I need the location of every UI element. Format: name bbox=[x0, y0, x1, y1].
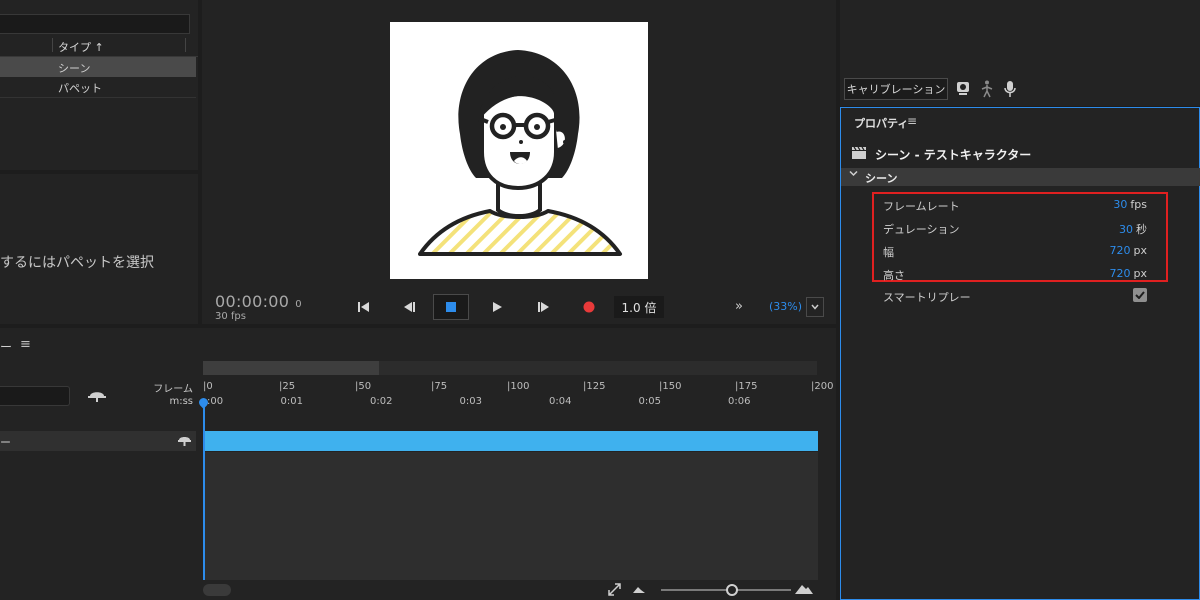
stop-button[interactable] bbox=[433, 294, 469, 320]
timeline-zoom-scrollbar-thumb[interactable] bbox=[203, 361, 379, 375]
step-forward-button[interactable] bbox=[532, 296, 554, 318]
frame-rate-field[interactable]: 30 fps bbox=[1113, 198, 1147, 211]
column-divider[interactable] bbox=[52, 38, 53, 52]
time-ruler-label: m:ss bbox=[169, 396, 193, 407]
height-field[interactable]: 720 px bbox=[1110, 267, 1148, 280]
frame-tick-label: |175 bbox=[735, 381, 758, 392]
scene-clip-bar[interactable] bbox=[203, 431, 818, 451]
step-forward-icon bbox=[537, 302, 549, 312]
smart-replay-label: スマートリプレー bbox=[883, 291, 971, 304]
project-column-header[interactable]: タイプ ↑ bbox=[0, 36, 198, 57]
timeline-search-input[interactable] bbox=[0, 386, 70, 406]
step-back-icon bbox=[403, 302, 415, 312]
duration-label: デュレーション bbox=[883, 223, 960, 236]
scene-preview-panel: 00:00:00 0 30 fps 1.0 倍 » (33%) bbox=[202, 0, 836, 324]
time-tick-label: 0:05 bbox=[638, 396, 661, 407]
playback-speed-button[interactable]: 1.0 倍 bbox=[614, 296, 664, 318]
frame-tick-label: |75 bbox=[431, 381, 448, 392]
checkmark-icon bbox=[1135, 291, 1145, 299]
record-icon bbox=[583, 301, 595, 313]
frame-rate-label: フレームレート bbox=[883, 200, 960, 213]
type-column-header[interactable]: タイプ ↑ bbox=[58, 39, 104, 55]
timeline-ruler[interactable]: |0 |25 |50 |75 |100 |125 |150 |175 |200 :00 0:01 0… bbox=[203, 376, 833, 412]
zoom-level[interactable]: (33%) bbox=[769, 300, 802, 313]
project-row-puppet[interactable]: パペット bbox=[0, 77, 196, 98]
scene-section-header[interactable]: シーン bbox=[841, 168, 1200, 186]
time-tick-label: 0:04 bbox=[549, 396, 572, 407]
webcam-icon[interactable] bbox=[956, 81, 970, 97]
frame-ruler-label: フレーム bbox=[153, 384, 193, 395]
frame-tick-label: |200 bbox=[811, 381, 834, 392]
more-controls-icon[interactable]: » bbox=[735, 299, 743, 314]
smart-replay-checkbox[interactable] bbox=[1133, 288, 1147, 302]
scene-name: シーン - テストキャラクター bbox=[875, 148, 1032, 162]
properties-menu-icon[interactable]: ≡ bbox=[907, 114, 917, 128]
timeline-bottom-bar bbox=[203, 580, 818, 600]
timeline-panel: ー ≡ フレーム m:ss |0 |25 |50 |75 |100 |125 |150 |17… bbox=[0, 328, 836, 600]
properties-panel: プロパティ ≡ シーン - テストキャラクター シーン フレームレート 30 fp… bbox=[840, 107, 1200, 600]
properties-title: プロパティ bbox=[854, 117, 909, 130]
project-panel: タイプ ↑ シーン パペット bbox=[0, 0, 198, 170]
time-tick-label: 0:01 bbox=[280, 396, 303, 407]
width-label: 幅 bbox=[883, 246, 894, 259]
frame-ticks: |0 |25 |50 |75 |100 |125 |150 |175 |200 bbox=[203, 381, 833, 393]
puppet-hint-panel: するにはパペットを選択 bbox=[0, 174, 198, 324]
frame-tick-label: |50 bbox=[355, 381, 372, 392]
track-row-scene[interactable]: ー bbox=[0, 431, 196, 451]
play-icon bbox=[492, 302, 502, 312]
step-back-button[interactable] bbox=[398, 296, 420, 318]
duration-field[interactable]: 30 秒 bbox=[1119, 221, 1147, 237]
playhead[interactable] bbox=[203, 400, 205, 580]
zoom-out-mountain-icon[interactable] bbox=[633, 585, 645, 593]
fps-readout: 30 fps bbox=[215, 311, 246, 322]
timeline-menu-icon[interactable]: ≡ bbox=[20, 337, 31, 352]
timeline-title: ー bbox=[0, 340, 13, 354]
time-tick-label: 0:03 bbox=[459, 396, 482, 407]
scene-clapper-icon bbox=[851, 146, 867, 160]
time-tick-label: :00 bbox=[207, 396, 224, 407]
frame-tick-label: |25 bbox=[279, 381, 296, 392]
scene-stage[interactable] bbox=[390, 22, 648, 279]
record-button[interactable] bbox=[578, 296, 600, 318]
frame-tick-label: |125 bbox=[583, 381, 606, 392]
timecode-display[interactable]: 00:00:00 0 bbox=[215, 292, 302, 311]
stop-icon bbox=[446, 302, 456, 312]
select-puppet-hint: するにはパペットを選択 bbox=[0, 255, 154, 271]
sort-arrow-icon: ↑ bbox=[94, 41, 104, 54]
timeline-zoom-slider-handle[interactable] bbox=[726, 584, 738, 596]
frame-tick-label: |0 bbox=[203, 381, 213, 392]
chevron-down-icon[interactable] bbox=[849, 169, 858, 178]
fit-to-view-icon[interactable] bbox=[608, 583, 621, 596]
skip-to-start-button[interactable] bbox=[352, 296, 374, 318]
column-divider[interactable] bbox=[185, 38, 186, 52]
chevron-down-icon bbox=[811, 304, 819, 310]
play-button[interactable] bbox=[486, 296, 508, 318]
body-tracking-icon[interactable] bbox=[981, 80, 993, 98]
height-label: 高さ bbox=[883, 269, 905, 282]
character-illustration bbox=[418, 50, 622, 256]
microphone-icon[interactable] bbox=[1004, 80, 1016, 98]
camera-mic-panel: キャリブレーション bbox=[840, 0, 1200, 106]
width-field[interactable]: 720 px bbox=[1110, 244, 1148, 257]
time-tick-label: 0:06 bbox=[728, 396, 751, 407]
calibration-button[interactable]: キャリブレーション bbox=[844, 78, 948, 100]
time-tick-label: 0:02 bbox=[370, 396, 393, 407]
project-search-input[interactable] bbox=[0, 14, 190, 34]
horizontal-scrollbar[interactable] bbox=[203, 584, 231, 596]
skip-to-start-icon bbox=[357, 302, 369, 312]
timeline-zoom-scrollbar[interactable] bbox=[203, 361, 817, 375]
frame-tick-label: |100 bbox=[507, 381, 530, 392]
track-puppet-icon[interactable] bbox=[178, 434, 191, 446]
zoom-in-mountain-icon[interactable] bbox=[795, 583, 813, 594]
timeline-track-area[interactable] bbox=[203, 452, 818, 580]
zoom-dropdown-button[interactable] bbox=[806, 297, 824, 317]
frame-tick-label: |150 bbox=[659, 381, 682, 392]
time-ticks: :00 0:01 0:02 0:03 0:04 0:05 0:06 bbox=[203, 396, 817, 408]
project-row-scene[interactable]: シーン bbox=[0, 57, 196, 77]
puppet-visibility-icon[interactable] bbox=[88, 388, 106, 402]
